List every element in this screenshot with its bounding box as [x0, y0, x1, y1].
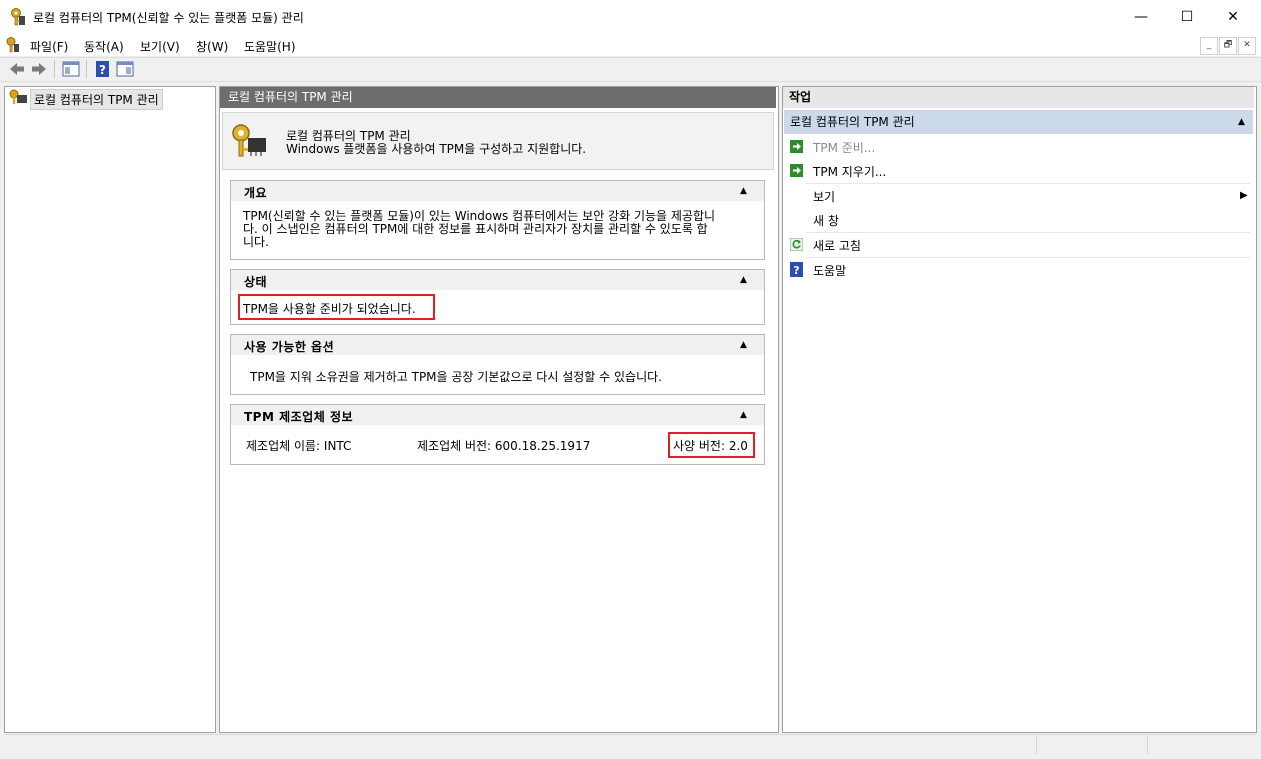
tpm-key-icon	[11, 8, 25, 26]
actions-separator	[806, 183, 1250, 184]
collapse-arrow-icon[interactable]: ▲	[740, 275, 747, 285]
overview-line: 니다.	[243, 235, 269, 249]
collapse-arrow-icon[interactable]: ▲	[740, 410, 747, 420]
mdi-restore-button[interactable]: 🗗	[1219, 37, 1237, 55]
console-tree-icon[interactable]	[62, 60, 80, 78]
svg-text:?: ?	[793, 264, 799, 277]
status-title: 상태	[244, 275, 268, 289]
actions-group-header[interactable]: 로컬 컴퓨터의 TPM 관리	[784, 110, 1253, 134]
collapse-arrow-icon[interactable]: ▲	[740, 340, 747, 350]
action-pane-icon[interactable]	[116, 60, 134, 78]
menu-window[interactable]: 창(W)	[196, 38, 228, 55]
status-section-header[interactable]	[231, 270, 764, 290]
actions-separator	[806, 232, 1250, 233]
toolbar-separator	[54, 60, 55, 78]
action-new-window[interactable]: 새 창	[813, 212, 839, 229]
green-arrow-icon	[790, 140, 803, 153]
tpm-chip-icon	[9, 89, 27, 104]
forward-arrow-icon[interactable]	[30, 60, 48, 78]
actions-separator	[806, 257, 1250, 258]
action-view[interactable]: 보기	[813, 188, 835, 205]
menu-view[interactable]: 보기(V)	[140, 38, 180, 55]
manufacturer-version: 제조업체 버전: 600.18.25.1917	[417, 439, 591, 453]
maximize-icon: ☐	[1180, 9, 1194, 25]
options-title: 사용 가능한 옵션	[244, 340, 335, 354]
details-header: 로컬 컴퓨터의 TPM 관리	[220, 87, 776, 108]
close-button[interactable]: ✕	[1210, 0, 1256, 34]
menu-file[interactable]: 파일(F)	[30, 38, 68, 55]
overview-line: 다. 이 스냅인은 컴퓨터의 TPM에 대한 정보를 표시하며 관리자가 장치를…	[243, 222, 708, 236]
action-prepare-tpm[interactable]: TPM 준비...	[813, 139, 875, 156]
overview-title: 개요	[244, 186, 268, 200]
submenu-arrow-icon: ▶	[1240, 190, 1248, 201]
collapse-arrow-icon[interactable]: ▲	[1238, 117, 1245, 127]
spec-version: 사양 버전: 2.0	[673, 439, 748, 453]
mdi-close-button[interactable]: ✕	[1238, 37, 1256, 55]
actions-header: 작업	[783, 87, 1254, 108]
console-tree-pane	[4, 86, 216, 733]
close-icon: ✕	[1227, 9, 1239, 25]
collapse-arrow-icon[interactable]: ▲	[740, 186, 747, 196]
help-book-icon: ?	[790, 262, 803, 277]
overview-section-header[interactable]	[231, 181, 764, 201]
minimize-button[interactable]: —	[1118, 0, 1164, 34]
menu-action[interactable]: 동작(A)	[84, 38, 124, 55]
svg-text:?: ?	[99, 63, 106, 77]
status-text: TPM을 사용할 준비가 되었습니다.	[243, 302, 416, 316]
options-text: TPM을 지워 소유권을 제거하고 TPM을 공장 기본값으로 다시 설정할 수…	[250, 370, 662, 384]
toolbar	[0, 57, 1261, 82]
status-bar-segment	[1036, 736, 1037, 754]
back-arrow-icon[interactable]	[8, 60, 26, 78]
window-title: 로컬 컴퓨터의 TPM(신뢰할 수 있는 플랫폼 모듈) 관리	[33, 11, 304, 25]
document-key-icon	[6, 37, 19, 53]
menu-bar	[0, 34, 1261, 56]
maximize-button[interactable]: ☐	[1164, 0, 1210, 34]
refresh-icon	[790, 238, 803, 251]
manufacturer-name: 제조업체 이름: INTC	[246, 439, 352, 453]
tree-root-item[interactable]: 로컬 컴퓨터의 TPM 관리	[30, 89, 163, 110]
menu-help[interactable]: 도움말(H)	[244, 38, 296, 55]
mdi-minimize-button[interactable]: _	[1200, 37, 1218, 55]
minimize-icon: —	[1134, 9, 1148, 25]
status-bar	[4, 734, 1256, 757]
actions-group-label: 로컬 컴퓨터의 TPM 관리	[790, 115, 915, 129]
tpm-key-large-icon	[232, 124, 266, 157]
banner-description: Windows 플랫폼을 사용하여 TPM을 구성하고 지원합니다.	[286, 142, 587, 156]
action-clear-tpm[interactable]: TPM 지우기...	[813, 163, 886, 180]
manufacturer-title: TPM 제조업체 정보	[244, 410, 354, 424]
green-arrow-icon	[790, 164, 803, 177]
action-refresh[interactable]: 새로 고침	[813, 237, 861, 254]
toolbar-separator	[86, 60, 87, 78]
action-help[interactable]: 도움말	[813, 262, 846, 279]
status-bar-segment	[1147, 736, 1148, 754]
title-bar: 로컬 컴퓨터의 TPM(신뢰할 수 있는 플랫폼 모듈) 관리	[0, 0, 1261, 34]
overview-text: TPM(신뢰할 수 있는 플랫폼 모듈)이 있는 Windows 컴퓨터에서는 …	[243, 210, 715, 249]
help-question-icon[interactable]: ?	[94, 60, 112, 78]
